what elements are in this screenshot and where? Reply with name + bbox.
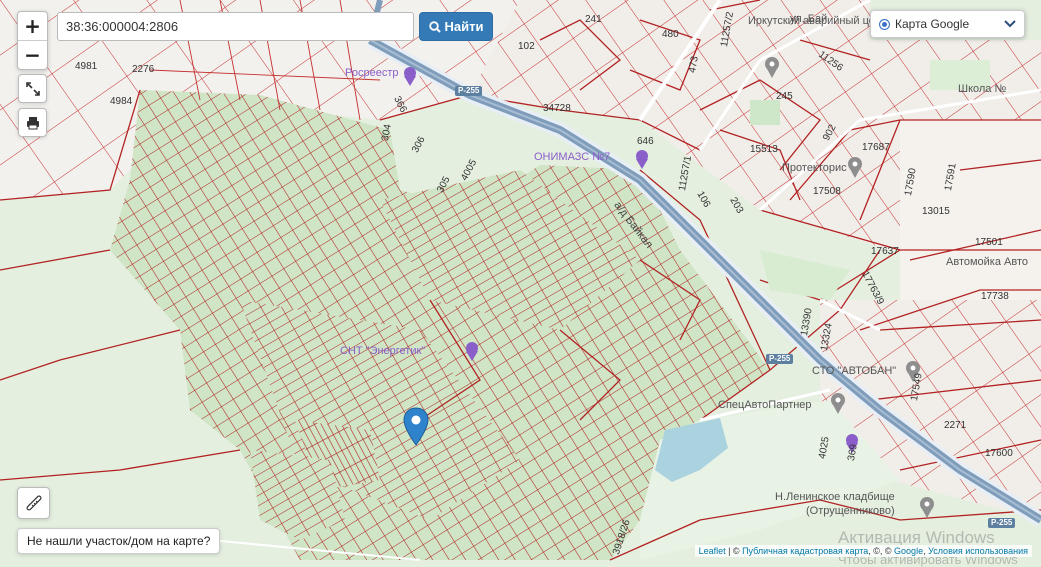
chevron-down-icon <box>1004 20 1016 28</box>
radio-selected-icon <box>879 18 890 30</box>
search-icon <box>428 20 441 33</box>
poi-label: Росреестр <box>345 67 399 79</box>
poi-label: ул. Бай <box>790 13 828 25</box>
parcel-label: 2276 <box>132 64 155 75</box>
fullscreen-button[interactable] <box>18 74 47 103</box>
parcel-label: 17501 <box>975 237 1003 248</box>
parcel-label: 17600 <box>985 448 1013 459</box>
cadastral-number-input[interactable] <box>57 12 414 41</box>
leaflet-link[interactable]: Leaflet <box>699 546 726 556</box>
parcel-label: 17508 <box>813 186 841 197</box>
poi-label: ОНИМАЗС №7 <box>534 151 611 163</box>
poi-label: (Отрущенниково) <box>806 505 895 517</box>
parcel-label: 646 <box>637 136 654 147</box>
poi-label: Школа № <box>958 83 1007 95</box>
fullscreen-icon <box>25 81 40 96</box>
parcel-label: 17738 <box>981 291 1009 302</box>
attribution-sep: , ©, © <box>868 546 895 556</box>
measure-button[interactable] <box>17 487 50 519</box>
parcel-label: 4981 <box>75 61 98 72</box>
road-badge: Р-255 <box>766 354 794 364</box>
poi-label: Автомойка Авто <box>946 256 1028 268</box>
not-found-button[interactable]: Не нашли участок/дом на карте? <box>17 528 221 554</box>
parcel-label: 17687 <box>862 142 890 153</box>
parcel-label: 4984 <box>110 96 133 107</box>
print-icon <box>26 116 39 129</box>
parcel-label: 17637 <box>871 246 899 257</box>
zoom-out-button[interactable]: − <box>18 40 47 69</box>
map-tiles <box>0 0 1041 567</box>
poi-label: СНТ "Энергетик" <box>340 345 426 357</box>
poi-label: Протекторис <box>782 162 847 174</box>
poi-label: СТО "АВТОБАН" <box>812 365 897 377</box>
parcel-label: 13015 <box>922 206 950 217</box>
poi-label: Н.Ленинское кладбище <box>775 491 895 503</box>
road-badge: Р-255 <box>455 86 483 96</box>
print-button[interactable] <box>18 108 47 137</box>
parcel-label: 480 <box>662 29 679 40</box>
location-marker-icon[interactable] <box>403 407 429 447</box>
map-layer-select[interactable]: Карта Google <box>870 10 1025 38</box>
parcel-label: 241 <box>585 14 602 25</box>
map-layer-selected-label: Карта Google <box>895 17 970 31</box>
map-attribution: Leaflet | © Публичная кадастровая карта,… <box>694 545 1032 557</box>
attribution-sep: | © <box>725 546 743 556</box>
parcel-label: 102 <box>518 41 535 52</box>
map-canvas[interactable]: 4981 2276 4984 241 102 480 473 34728 400… <box>0 0 1041 567</box>
parcel-label: 245 <box>776 91 793 102</box>
road-badge: Р-255 <box>988 518 1016 528</box>
parcel-label: 34728 <box>543 103 571 114</box>
poi-label: СпецАвтоПартнер <box>718 399 812 411</box>
cadastral-map-link[interactable]: Публичная кадастровая карта <box>742 546 868 556</box>
parcel-label: 2271 <box>944 420 967 431</box>
zoom-in-button[interactable]: + <box>18 12 47 40</box>
ruler-icon <box>26 495 41 511</box>
google-link[interactable]: Google <box>894 546 923 556</box>
search-button[interactable]: Найти <box>419 12 493 41</box>
terms-link[interactable]: Условия использования <box>928 546 1028 556</box>
zoom-control: + − <box>17 11 48 70</box>
search-button-label: Найти <box>444 19 484 34</box>
parcel-label: 15513 <box>750 144 778 155</box>
